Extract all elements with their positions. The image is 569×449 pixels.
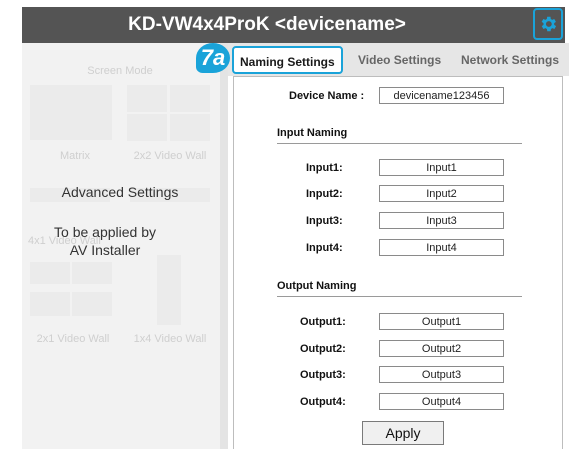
mode-thumb-matrix[interactable] xyxy=(30,85,112,140)
mode-thumb-2x2-a[interactable] xyxy=(127,85,167,112)
mode-label-2x1: 2x1 Video Wall xyxy=(36,333,110,345)
output1-field[interactable] xyxy=(379,313,504,330)
mode-thumb-2x2-d xyxy=(170,114,210,141)
tab-network-settings[interactable]: Network Settings xyxy=(461,53,559,67)
output-naming-rule xyxy=(277,296,522,297)
input1-label: Input1: xyxy=(306,162,343,174)
input3-field[interactable] xyxy=(379,212,504,229)
output2-field[interactable] xyxy=(379,340,504,357)
output3-field[interactable] xyxy=(379,366,504,383)
output3-label: Output3: xyxy=(300,369,346,381)
output-naming-heading: Output Naming xyxy=(277,280,357,292)
tab-video-settings[interactable]: Video Settings xyxy=(358,53,441,67)
mode-thumb-2x2-b xyxy=(170,85,210,112)
mode-label-2x2: 2x2 Video Wall xyxy=(133,150,207,162)
device-name-label: Device Name : xyxy=(289,90,365,102)
tab-naming-settings[interactable]: Naming Settings xyxy=(232,46,343,74)
mode-thumb-2x1-d xyxy=(72,292,112,316)
input2-label: Input2: xyxy=(306,188,343,200)
panel-divider xyxy=(220,43,228,449)
title-bar: KD-VW4x4ProK <devicename> xyxy=(22,7,565,43)
advanced-settings-title: Advanced Settings xyxy=(61,184,179,200)
mode-thumb-2x2-c xyxy=(127,114,167,141)
settings-button[interactable] xyxy=(533,8,563,40)
input4-field[interactable] xyxy=(379,239,504,256)
input1-field[interactable] xyxy=(379,159,504,176)
mode-label-1x4: 1x4 Video Wall xyxy=(133,333,207,345)
gear-icon xyxy=(541,16,557,32)
naming-settings-panel: Device Name : Input Naming Input1: Input… xyxy=(233,76,563,449)
input-naming-heading: Input Naming xyxy=(277,127,348,139)
output1-label: Output1: xyxy=(300,316,346,328)
mode-thumb-1x4[interactable] xyxy=(157,255,181,325)
input-naming-rule xyxy=(277,143,522,144)
apply-button[interactable]: Apply xyxy=(362,421,444,445)
device-name-field[interactable] xyxy=(379,87,504,104)
mode-label-matrix: Matrix xyxy=(60,150,90,162)
input3-label: Input3: xyxy=(306,215,343,227)
mode-thumb-2x1-c xyxy=(30,292,70,316)
mode-thumb-2x1-a[interactable] xyxy=(30,262,70,284)
callout-badge: 7a xyxy=(196,43,230,73)
input2-field[interactable] xyxy=(379,185,504,202)
advanced-note-line1: To be applied by xyxy=(54,224,156,240)
output2-label: Output2: xyxy=(300,343,346,355)
output4-label: Output4: xyxy=(300,396,346,408)
output4-field[interactable] xyxy=(379,393,504,410)
screen-mode-label: Screen Mode xyxy=(87,65,153,77)
input4-label: Input4: xyxy=(306,242,343,254)
settings-tabs: Naming Settings Video Settings Network S… xyxy=(228,43,569,76)
mode-thumb-2x1-b xyxy=(72,262,112,284)
page-title: KD-VW4x4ProK <devicename> xyxy=(128,14,406,35)
